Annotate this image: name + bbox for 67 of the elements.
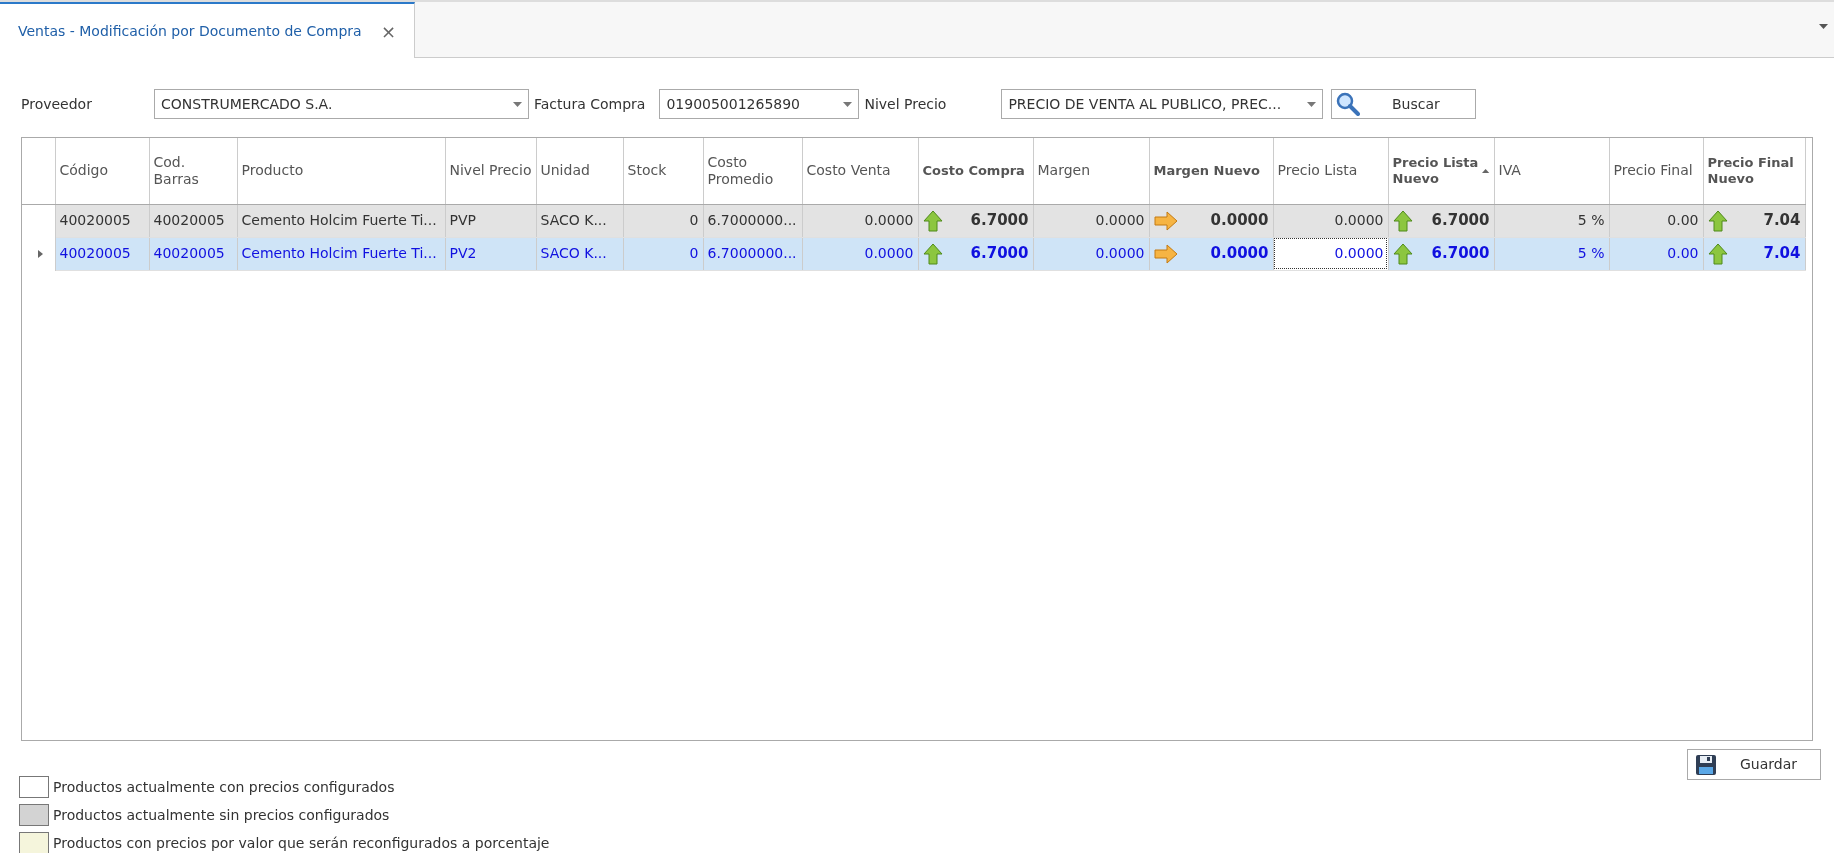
- table-cell: Cemento Holcim Fuerte Ti...: [241, 212, 437, 228]
- table-cell: 40020005: [59, 245, 131, 261]
- table-cell[interactable]: 0.0000: [1334, 245, 1384, 261]
- column-header[interactable]: Cod. Barras: [153, 153, 233, 188]
- table-cell: 40020005: [153, 212, 225, 228]
- column-header[interactable]: Stock: [627, 162, 699, 180]
- column-header[interactable]: Margen: [1037, 162, 1145, 180]
- column-header[interactable]: Costo Compra: [922, 162, 1029, 179]
- table-cell: 5 %: [1577, 212, 1605, 228]
- column-header[interactable]: IVA: [1498, 162, 1605, 180]
- table-cell-text: 6.7000: [1431, 243, 1490, 265]
- table-cell-text: 0.0000: [1210, 210, 1269, 232]
- column-header[interactable]: Precio Final: [1613, 162, 1699, 180]
- column-header[interactable]: Nivel Precio: [449, 162, 532, 180]
- column-header[interactable]: Precio Lista: [1277, 162, 1384, 180]
- document-tab[interactable]: Ventas - Modificación por Documento de Compra ×: [0, 2, 415, 58]
- dropdown-arrow-icon[interactable]: [1307, 101, 1317, 107]
- table-cell: 0: [689, 212, 699, 228]
- column-header[interactable]: Costo Promedio: [707, 153, 798, 188]
- table-cell: 0.0000: [864, 245, 914, 261]
- table-cell: 0.0000: [864, 212, 914, 228]
- legend-label: Productos con precios por valor que serán reconfigurados a porcentaje: [53, 833, 550, 853]
- table-cell: 0: [689, 245, 699, 261]
- dropdown-arrow-icon[interactable]: [843, 101, 853, 107]
- filter-label: Nivel Precio: [864, 94, 948, 114]
- table-cell: 6.7000000...: [707, 212, 797, 228]
- table-cell: Cemento Holcim Fuerte Ti...: [241, 245, 437, 261]
- table-cell: 40020005: [59, 212, 131, 228]
- table-cell-text: 7.04: [1763, 243, 1801, 265]
- column-header[interactable]: Precio Lista Nuevo: [1392, 155, 1483, 187]
- table-cell: 5 %: [1577, 245, 1605, 261]
- table-cell-text: 0.0000: [1210, 243, 1269, 265]
- table-cell: 6.7000000...: [707, 245, 797, 261]
- table-cell: 0.0000: [1095, 212, 1145, 228]
- column-header[interactable]: Costo Venta: [806, 162, 914, 180]
- filter-label: Proveedor: [21, 94, 93, 114]
- dropdown-arrow-icon[interactable]: [513, 101, 522, 107]
- column-header[interactable]: Código: [59, 162, 145, 180]
- search-button[interactable]: Buscar: [1331, 89, 1477, 119]
- table-cell: PV2: [449, 245, 477, 261]
- table-cell: SACO K...: [540, 245, 607, 261]
- tab-list-arrow-icon[interactable]: [1819, 24, 1828, 29]
- table-cell: PVP: [449, 212, 476, 228]
- column-header[interactable]: Producto: [241, 162, 441, 180]
- tab-title: Ventas - Modificación por Documento de Compra: [18, 21, 362, 41]
- search-icon: [1336, 92, 1361, 116]
- table-cell: 0.00: [1667, 212, 1699, 228]
- dropdown-field[interactable]: 019005001265890: [659, 89, 860, 119]
- dropdown-field[interactable]: CONSTRUMERCADO S.A.: [154, 89, 529, 119]
- save-button[interactable]: Guardar: [1687, 749, 1821, 780]
- table-cell: 0.0000: [1334, 212, 1384, 228]
- column-header[interactable]: Unidad: [540, 162, 619, 180]
- table-cell: 40020005: [153, 245, 225, 261]
- table-cell-text: 6.7000: [970, 243, 1029, 265]
- table-cell: 0.00: [1667, 245, 1699, 261]
- legend-label: Productos actualmente sin precios configurados: [53, 805, 390, 825]
- column-header[interactable]: Margen Nuevo: [1153, 162, 1269, 179]
- dropdown-field[interactable]: PRECIO DE VENTA AL PUBLICO, PREC...: [1001, 89, 1324, 119]
- table-cell-text: 7.04: [1763, 210, 1801, 232]
- column-header[interactable]: Precio Final Nuevo: [1707, 155, 1801, 187]
- filter-label: Factura Compra: [534, 94, 646, 114]
- close-button[interactable]: ×: [380, 17, 396, 45]
- table-cell: 0.0000: [1095, 245, 1145, 261]
- table-cell-text: 6.7000: [970, 210, 1029, 232]
- legend-label: Productos actualmente con precios configurados: [53, 777, 395, 797]
- table-cell-text: 6.7000: [1431, 210, 1490, 232]
- table-cell: SACO K...: [540, 212, 607, 228]
